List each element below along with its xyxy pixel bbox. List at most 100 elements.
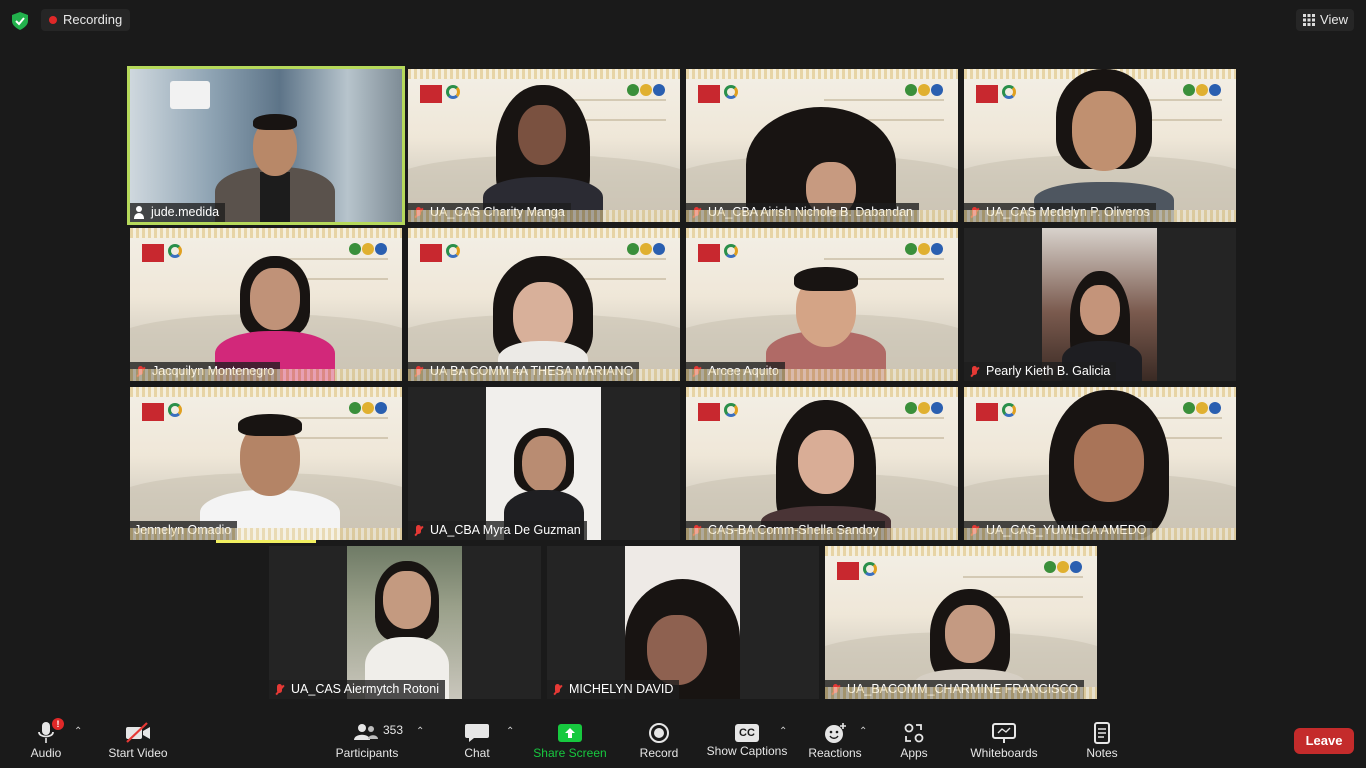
participant-name: UA_CAS Aiermytch Rotoni — [291, 682, 439, 696]
chat-label: Chat — [464, 746, 490, 760]
video-camera-off-icon — [126, 722, 150, 743]
video-tile[interactable]: UA_CAS Aiermytch Rotoni — [269, 546, 541, 699]
muted-mic-icon — [690, 524, 704, 538]
recording-dot-icon — [49, 16, 57, 24]
participants-icon — [354, 724, 378, 740]
participant-name: UA_CAS Medelyn P. Oliveros — [986, 205, 1150, 219]
muted-mic-icon — [551, 683, 565, 697]
participants-options-chevron-icon[interactable]: ⌃ — [416, 726, 426, 737]
participant-name: Jacquilyn Montenegro — [152, 364, 275, 378]
participant-video — [1034, 390, 1184, 540]
closed-captions-icon: CC — [735, 724, 759, 742]
muted-mic-icon — [968, 524, 982, 538]
share-screen-button[interactable]: Share Screen — [532, 710, 608, 768]
participant-name: UA_CBA Myra De Guzman — [430, 523, 581, 537]
chat-button[interactable]: Chat — [454, 710, 500, 768]
participant-name-label: Jacquilyn Montenegro — [130, 362, 281, 381]
participant-name: UA_BACOMM_CHARMINE FRANCISCO — [847, 682, 1079, 696]
participant-name: CAS-BA Comm-Shella Sandoy — [708, 523, 879, 537]
chat-options-chevron-icon[interactable]: ⌃ — [506, 726, 516, 737]
participant-name-label: UA BA COMM 4A THESA MARIANO — [408, 362, 640, 381]
participant-name-label: Jennelyn Omadio — [130, 521, 238, 540]
participant-name: jude.medida — [151, 205, 220, 219]
notes-button[interactable]: Notes — [1080, 710, 1124, 768]
participant-name-label: UA_CBA Airish Nichole B. Dabandan — [686, 203, 919, 222]
participant-name-label: UA_CBA Myra De Guzman — [408, 521, 587, 540]
video-tile[interactable]: Arcee Aquito — [686, 228, 958, 381]
show-captions-label: Show Captions — [706, 744, 788, 758]
participant-name-label: jude.medida — [130, 203, 226, 222]
notes-icon — [1094, 722, 1110, 744]
video-tile[interactable]: Pearly Kieth B. Galicia — [964, 228, 1236, 381]
video-tile[interactable]: Jennelyn Omadio — [130, 387, 402, 540]
recording-indicator[interactable]: Recording — [41, 9, 131, 31]
audio-button[interactable]: ! Audio — [18, 710, 74, 768]
video-tile[interactable]: MICHELYN DAVID — [547, 546, 819, 699]
view-label: View — [1320, 12, 1348, 27]
video-tile[interactable]: UA BA COMM 4A THESA MARIANO — [408, 228, 680, 381]
participant-name-label: Arcee Aquito — [686, 362, 785, 381]
captions-options-chevron-icon[interactable]: ⌃ — [779, 726, 789, 737]
audio-label: Audio — [30, 746, 62, 760]
apps-label: Apps — [900, 746, 928, 760]
video-tile[interactable]: UA_CBA Myra De Guzman — [408, 387, 680, 540]
participant-name-label: UA_CAS Medelyn P. Oliveros — [964, 203, 1156, 222]
leave-button[interactable]: Leave — [1294, 728, 1354, 754]
participant-video — [215, 92, 335, 222]
participants-button[interactable]: 353 Participants — [333, 710, 404, 768]
participant-name-label: UA_BACOMM_CHARMINE FRANCISCO — [825, 680, 1085, 699]
participant-video — [1042, 228, 1157, 381]
video-tile[interactable]: UA_CAS Medelyn P. Oliveros — [964, 69, 1236, 222]
reactions-button[interactable]: Reactions — [806, 710, 864, 768]
video-tile[interactable]: UA_CAS Charity Manga — [408, 69, 680, 222]
start-video-label: Start Video — [108, 746, 168, 760]
talking-indicator — [216, 540, 316, 543]
participant-name: UA BA COMM 4A THESA MARIANO — [430, 364, 634, 378]
video-tile[interactable]: UA_CAS_YUMILCA AMEDO — [964, 387, 1236, 540]
muted-mic-icon — [968, 365, 982, 379]
meeting-top-bar: Recording View — [0, 0, 1366, 40]
video-tile[interactable]: CAS-BA Comm-Shella Sandoy — [686, 387, 958, 540]
show-captions-button[interactable]: CC Show Captions — [706, 710, 788, 768]
record-label: Record — [639, 746, 679, 760]
muted-mic-icon — [690, 206, 704, 220]
video-tile[interactable]: UA_BACOMM_CHARMINE FRANCISCO — [825, 546, 1097, 699]
participant-name: Pearly Kieth B. Galicia — [986, 364, 1111, 378]
apps-icon — [904, 723, 924, 743]
participant-name: UA_CAS Charity Manga — [430, 205, 565, 219]
meeting-toolbar: ! Audio ⌃ Start Video 353 Participants ⌃… — [0, 710, 1366, 768]
record-button[interactable]: Record — [636, 710, 682, 768]
participant-video — [486, 387, 601, 540]
participant-name: Jennelyn Omadio — [134, 523, 232, 537]
audio-warning-badge: ! — [52, 718, 64, 730]
reactions-options-chevron-icon[interactable]: ⌃ — [859, 726, 869, 737]
video-tile[interactable]: Jacquilyn Montenegro — [130, 228, 402, 381]
reactions-icon — [825, 723, 846, 743]
whiteboards-button[interactable]: Whiteboards — [966, 710, 1042, 768]
muted-mic-icon — [690, 365, 704, 379]
view-button[interactable]: View — [1296, 9, 1354, 31]
share-screen-label: Share Screen — [533, 746, 607, 760]
participant-name-label: UA_CAS Aiermytch Rotoni — [269, 680, 445, 699]
apps-button[interactable]: Apps — [892, 710, 936, 768]
record-icon — [649, 723, 669, 743]
participant-name-label: UA_CAS Charity Manga — [408, 203, 571, 222]
participant-video — [756, 400, 896, 540]
participant-name-label: MICHELYN DAVID — [547, 680, 680, 699]
muted-mic-icon — [412, 206, 426, 220]
participants-label: Participants — [335, 746, 399, 760]
start-video-button[interactable]: Start Video — [106, 710, 170, 768]
participant-name: UA_CAS_YUMILCA AMEDO — [986, 523, 1147, 537]
muted-mic-icon — [412, 365, 426, 379]
muted-mic-icon — [134, 365, 148, 379]
participant-name: UA_CBA Airish Nichole B. Dabandan — [708, 205, 913, 219]
participant-count: 353 — [383, 723, 404, 737]
audio-options-chevron-icon[interactable]: ⌃ — [74, 726, 84, 737]
security-shield-icon[interactable] — [12, 12, 28, 30]
participant-name: Arcee Aquito — [708, 364, 779, 378]
video-tile-active-speaker[interactable]: jude.medida — [127, 66, 405, 225]
recording-label: Recording — [63, 12, 123, 27]
ceiling-light — [170, 81, 210, 109]
video-tile[interactable]: UA_CBA Airish Nichole B. Dabandan — [686, 69, 958, 222]
participant-name-label: Pearly Kieth B. Galicia — [964, 362, 1117, 381]
